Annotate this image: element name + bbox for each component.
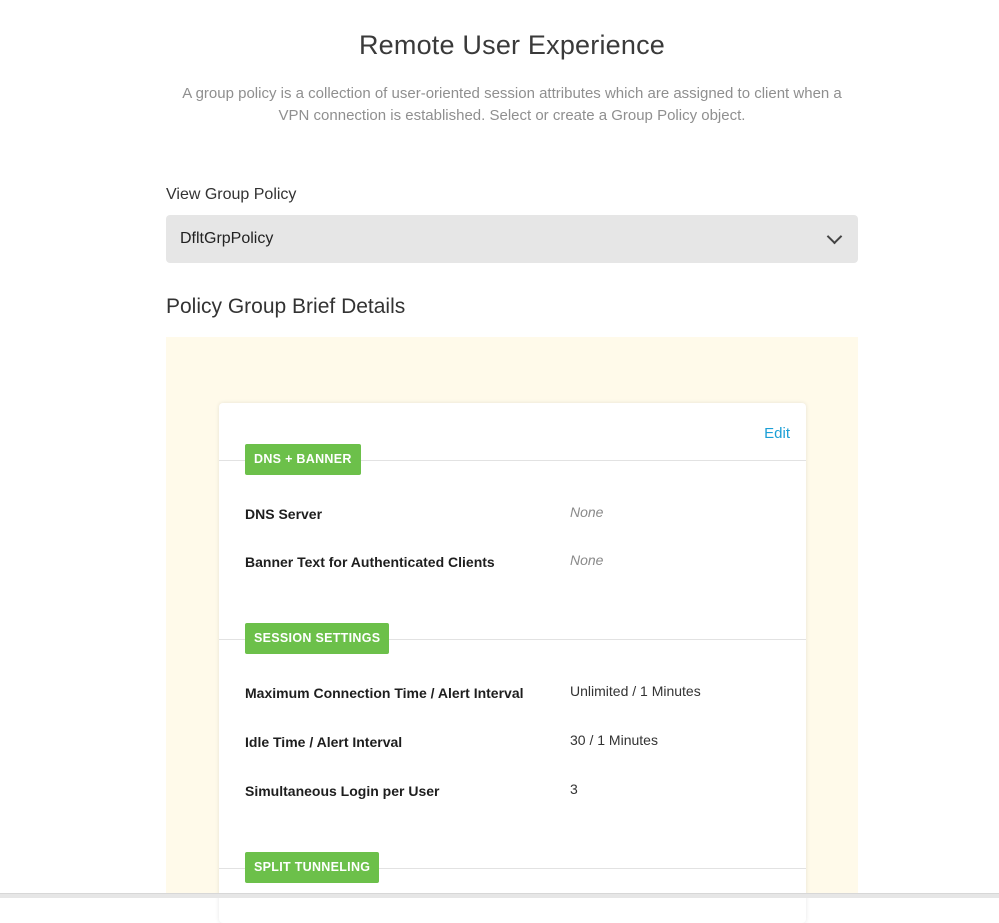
edit-link[interactable]: Edit [764, 425, 790, 442]
detail-value: Unlimited / 1 Minutes [570, 683, 701, 699]
chevron-down-icon [826, 228, 843, 245]
detail-label: Simultaneous Login per User [245, 783, 440, 799]
detail-row-simultaneous-login: Simultaneous Login per User 3 [245, 781, 785, 803]
detail-row-max-connection-time: Maximum Connection Time / Alert Interval… [245, 683, 785, 705]
detail-value: 3 [570, 781, 578, 797]
detail-label: Maximum Connection Time / Alert Interval [245, 685, 524, 701]
section-badge: SESSION SETTINGS [245, 623, 390, 654]
detail-label: Idle Time / Alert Interval [245, 734, 403, 750]
detail-label: Banner Text for Authenticated Clients [245, 554, 495, 570]
detail-label: DNS Server [245, 506, 323, 522]
details-heading: Policy Group Brief Details [166, 295, 406, 318]
group-policy-select[interactable]: DfltGrpPolicy [166, 215, 858, 263]
page-title: Remote User Experience [358, 30, 666, 60]
section-badge: SPLIT TUNNELING [245, 852, 380, 883]
horizontal-scrollbar[interactable] [0, 893, 999, 898]
detail-row-idle-time: Idle Time / Alert Interval 30 / 1 Minute… [245, 732, 785, 754]
detail-value: None [570, 552, 604, 568]
page-description: A group policy is a collection of user-o… [182, 85, 842, 124]
group-policy-selected-value: DfltGrpPolicy [180, 230, 274, 247]
section-badge: DNS + BANNER [245, 444, 361, 475]
detail-row-dns-server: DNS Server None [245, 504, 785, 526]
detail-value: None [570, 504, 604, 520]
group-policy-label: View Group Policy [166, 186, 297, 203]
detail-value: 30 / 1 Minutes [570, 732, 658, 748]
detail-row-banner-text: Banner Text for Authenticated Clients No… [245, 552, 785, 574]
policy-details-card: Edit DNS + BANNER DNS Server None Banner… [219, 403, 806, 923]
